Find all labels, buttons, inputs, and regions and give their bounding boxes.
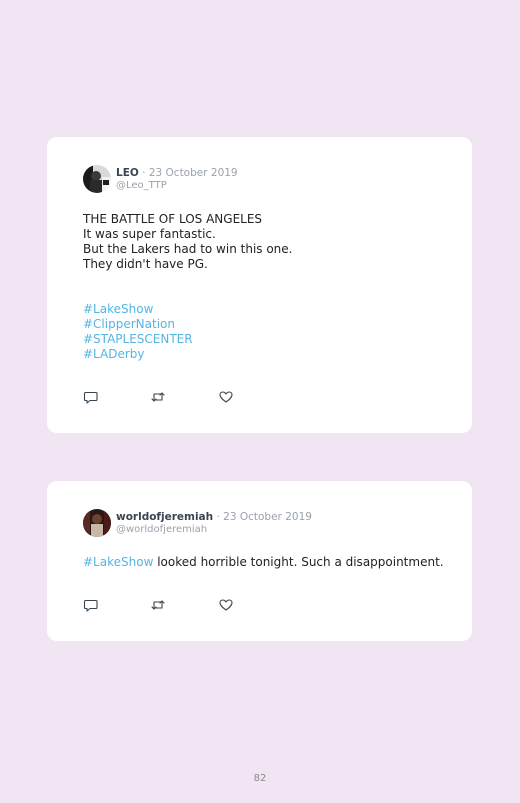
tweet-text-line: looked horrible tonight. Such a disappoi… [157,555,444,569]
retweet-icon[interactable] [150,597,166,613]
tweet-card: worldofjeremiah · 23 October 2019 @world… [47,481,472,641]
author-line: LEO · 23 October 2019 [116,167,238,180]
author-name[interactable]: LEO [116,167,139,179]
tweet-text-line: It was super fantastic. [83,227,216,241]
tweet-date: 23 October 2019 [148,167,238,179]
author-handle[interactable]: @worldofjeremiah [116,524,207,536]
tweet-text-line: They didn't have PG. [83,257,208,271]
author-name[interactable]: worldofjeremiah [116,511,213,523]
tweet-text: #LakeShow looked horrible tonight. Such … [83,555,444,570]
hashtag-link[interactable]: #STAPLESCENTER [83,332,193,347]
reply-icon[interactable] [83,597,99,613]
tweet-text-line: But the Lakers had to win this one. [83,242,293,256]
hashtag-link[interactable]: #LakeShow [83,302,193,317]
like-icon[interactable] [218,389,234,405]
author-handle[interactable]: @Leo_TTP [116,180,167,192]
avatar[interactable] [83,509,111,537]
avatar[interactable] [83,165,111,193]
retweet-icon[interactable] [150,389,166,405]
author-line: worldofjeremiah · 23 October 2019 [116,511,312,524]
tweet-text: THE BATTLE OF LOS ANGELES It was super f… [83,212,292,272]
hashtag-link[interactable]: #LakeShow [83,555,153,569]
tweet-date: 23 October 2019 [223,511,312,523]
reply-icon[interactable] [83,389,99,405]
separator-dot: · [216,511,220,523]
tweet-text-line: THE BATTLE OF LOS ANGELES [83,212,263,226]
hashtag-list: #LakeShow #ClipperNation #STAPLESCENTER … [83,302,193,362]
tweet-card: LEO · 23 October 2019 @Leo_TTP THE BATTL… [47,137,472,433]
separator-dot: · [142,167,146,179]
page-number: 82 [253,773,267,784]
hashtag-link[interactable]: #LADerby [83,347,193,362]
like-icon[interactable] [218,597,234,613]
hashtag-link[interactable]: #ClipperNation [83,317,193,332]
